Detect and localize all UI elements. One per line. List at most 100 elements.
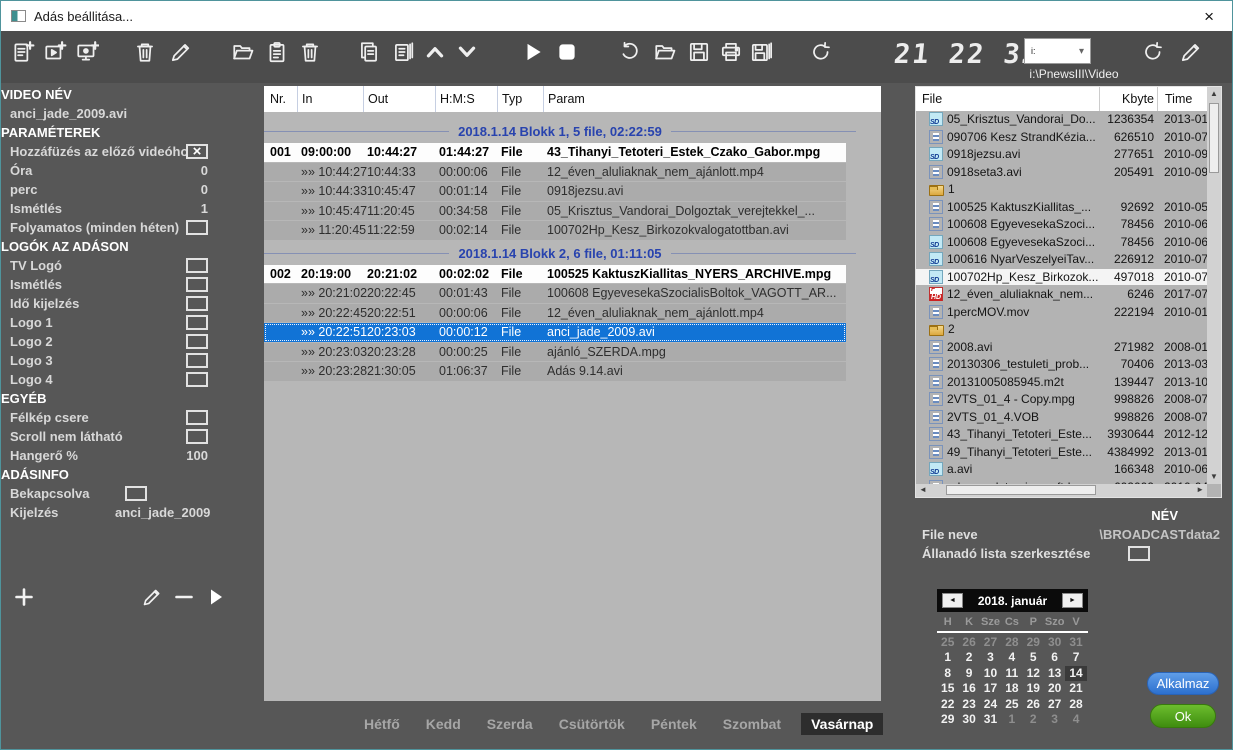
- stop-button[interactable]: [553, 37, 581, 67]
- file-row[interactable]: 100702Hp_Kesz_Birkozok... 497018 2010-07…: [916, 269, 1207, 286]
- copy-list-button[interactable]: [355, 37, 383, 67]
- calendar-day[interactable]: 17: [980, 681, 1001, 696]
- calendar-day[interactable]: 28: [1065, 697, 1086, 712]
- calendar-day[interactable]: 27: [1044, 697, 1065, 712]
- copy-pages-button[interactable]: [389, 37, 417, 67]
- calendar-day[interactable]: 15: [937, 681, 958, 696]
- edit-files-button[interactable]: [1177, 37, 1205, 67]
- column-header-time[interactable]: Time: [1157, 87, 1207, 111]
- file-row[interactable]: 100616 NyarVeszelyeiTav... 226912 2010-0…: [916, 251, 1207, 268]
- calendar-day[interactable]: 9: [958, 666, 979, 681]
- file-row[interactable]: 0918seta3.avi 205491 2010-09-23 1: [916, 164, 1207, 181]
- calendar-day[interactable]: 24: [980, 697, 1001, 712]
- calendar-day[interactable]: 31: [1065, 635, 1086, 650]
- column-header-param[interactable]: Param: [543, 86, 881, 112]
- file-row[interactable]: 1percMOV.mov 222194 2010-01-12 0: [916, 304, 1207, 321]
- file-row[interactable]: 100608 EgyevesekaSzoci... 78456 2010-06-…: [916, 216, 1207, 233]
- file-row[interactable]: 100608 EgyevesekaSzoci... 78456 2010-06-…: [916, 234, 1207, 251]
- column-header-in[interactable]: In: [297, 86, 363, 112]
- calendar-day[interactable]: 7: [1065, 650, 1086, 665]
- file-row[interactable]: 12_éven_aluliaknak_nem... 6246 2017-07-1…: [916, 286, 1207, 303]
- weekday-tab[interactable]: Vasárnap: [801, 713, 883, 735]
- calendar-day[interactable]: 28: [1001, 635, 1022, 650]
- column-header-nr[interactable]: Nr.: [264, 86, 297, 112]
- checkbox[interactable]: [186, 258, 208, 273]
- move-down-button[interactable]: [453, 37, 481, 67]
- calendar-day[interactable]: 13: [1044, 666, 1065, 681]
- calendar-day[interactable]: 2: [1023, 712, 1044, 727]
- calendar-day[interactable]: 10: [980, 666, 1001, 681]
- file-row[interactable]: 43_Tihanyi_Tetoteri_Este... 3930644 2012…: [916, 426, 1207, 443]
- file-row[interactable]: 20131005085945.m2t 139447 2013-10-09 1: [916, 374, 1207, 391]
- calendar-day[interactable]: 23: [958, 697, 979, 712]
- playlist-row[interactable]: »» 20:22:51 20:23:03 00:00:12 File anci_…: [264, 323, 846, 342]
- drive-select[interactable]: i: ▾: [1024, 38, 1091, 64]
- checkbox[interactable]: [186, 144, 208, 159]
- calendar-day[interactable]: 22: [937, 697, 958, 712]
- new-capture-entry-button[interactable]: [73, 37, 101, 67]
- checkbox[interactable]: [186, 372, 208, 387]
- playlist-row[interactable]: »» 20:22:45 20:22:51 00:00:06 File 12_év…: [264, 304, 846, 323]
- calendar-day[interactable]: 4: [1065, 712, 1086, 727]
- calendar-day[interactable]: 25: [937, 635, 958, 650]
- calendar-day[interactable]: 4: [1001, 650, 1022, 665]
- delete-entry-button[interactable]: [131, 37, 159, 67]
- scroll-right-icon[interactable]: ►: [1196, 486, 1204, 494]
- file-row[interactable]: 05_Krisztus_Vandorai_Do... 1236354 2013-…: [916, 111, 1207, 128]
- paste-list-button[interactable]: [263, 37, 291, 67]
- file-row[interactable]: a.avi 166348 2010-06-12 1: [916, 461, 1207, 478]
- new-playlist-entry-button[interactable]: [9, 37, 37, 67]
- checkbox[interactable]: [186, 429, 208, 444]
- edit-entry-button[interactable]: [167, 37, 195, 67]
- checkbox[interactable]: [186, 353, 208, 368]
- playlist-row[interactable]: »» 10:45:47 11:20:45 00:34:58 File 05_Kr…: [264, 202, 846, 221]
- preview-play-button[interactable]: [203, 584, 229, 610]
- weekday-tab[interactable]: Csütörtök: [553, 714, 631, 734]
- calendar-day[interactable]: 2: [958, 650, 979, 665]
- column-header-kbyte[interactable]: Kbyte: [1099, 87, 1157, 111]
- undo-button[interactable]: [616, 37, 644, 67]
- save-all-button[interactable]: [747, 37, 775, 67]
- calendar-day[interactable]: 1: [1001, 712, 1022, 727]
- calendar-day[interactable]: 29: [1023, 635, 1044, 650]
- column-header-file[interactable]: File: [916, 92, 1099, 106]
- play-button[interactable]: [519, 37, 547, 67]
- open-list-folder-button[interactable]: [229, 37, 257, 67]
- print-list-button[interactable]: [717, 37, 745, 67]
- calendar-next-button[interactable]: [1062, 593, 1083, 608]
- checkbox[interactable]: [186, 296, 208, 311]
- calendar-prev-button[interactable]: [942, 593, 963, 608]
- playlist-row[interactable]: »» 20:23:28 21:30:05 01:06:37 File Adás …: [264, 362, 846, 381]
- playlist-row[interactable]: 001 09:00:00 10:44:27 01:44:27 File 43_T…: [264, 143, 846, 162]
- calendar-day[interactable]: 14: [1065, 666, 1086, 681]
- calendar-day[interactable]: 21: [1065, 681, 1086, 696]
- checkbox[interactable]: [186, 315, 208, 330]
- calendar-day[interactable]: 6: [1044, 650, 1065, 665]
- sidebar-value[interactable]: 0: [168, 182, 208, 197]
- file-row[interactable]: 090706 Kesz StrandKézia... 626510 2010-0…: [916, 129, 1207, 146]
- file-row[interactable]: 100525 KaktuszKiallitas_... 92692 2010-0…: [916, 199, 1207, 216]
- weekday-tab[interactable]: Szerda: [481, 714, 539, 734]
- checkbox[interactable]: [186, 334, 208, 349]
- sidebar-value[interactable]: 0: [168, 163, 208, 178]
- refresh-files-button[interactable]: [1139, 37, 1167, 67]
- file-row[interactable]: 2VTS_01_4.VOB 998826 2008-07-15 1: [916, 409, 1207, 426]
- scroll-up-icon[interactable]: ▲: [1210, 90, 1218, 98]
- calendar-day[interactable]: 30: [958, 712, 979, 727]
- sidebar-value[interactable]: 100: [168, 448, 208, 463]
- horizontal-scrollbar[interactable]: ◄ ►: [916, 484, 1207, 497]
- sidebar-value[interactable]: 1: [168, 201, 208, 216]
- calendar-day[interactable]: 3: [1044, 712, 1065, 727]
- calendar-day[interactable]: 11: [1001, 666, 1022, 681]
- playlist-row[interactable]: »» 10:44:27 10:44:33 00:00:06 File 12_év…: [264, 163, 846, 182]
- calendar-day[interactable]: 26: [958, 635, 979, 650]
- file-row[interactable]: 2VTS_01_4 - Copy.mpg 998826 2008-07-15 1: [916, 391, 1207, 408]
- column-header-out[interactable]: Out: [363, 86, 435, 112]
- calendar-day[interactable]: 29: [937, 712, 958, 727]
- add-button[interactable]: [11, 584, 37, 610]
- weekday-tab[interactable]: Péntek: [645, 714, 703, 734]
- vertical-scroll-thumb[interactable]: [1209, 103, 1219, 173]
- checkbox[interactable]: [186, 277, 208, 292]
- file-row[interactable]: 49_Tihanyi_Tetoteri_Este... 4384992 2013…: [916, 444, 1207, 461]
- sidebar-value[interactable]: anci_jade_2009: [115, 505, 210, 520]
